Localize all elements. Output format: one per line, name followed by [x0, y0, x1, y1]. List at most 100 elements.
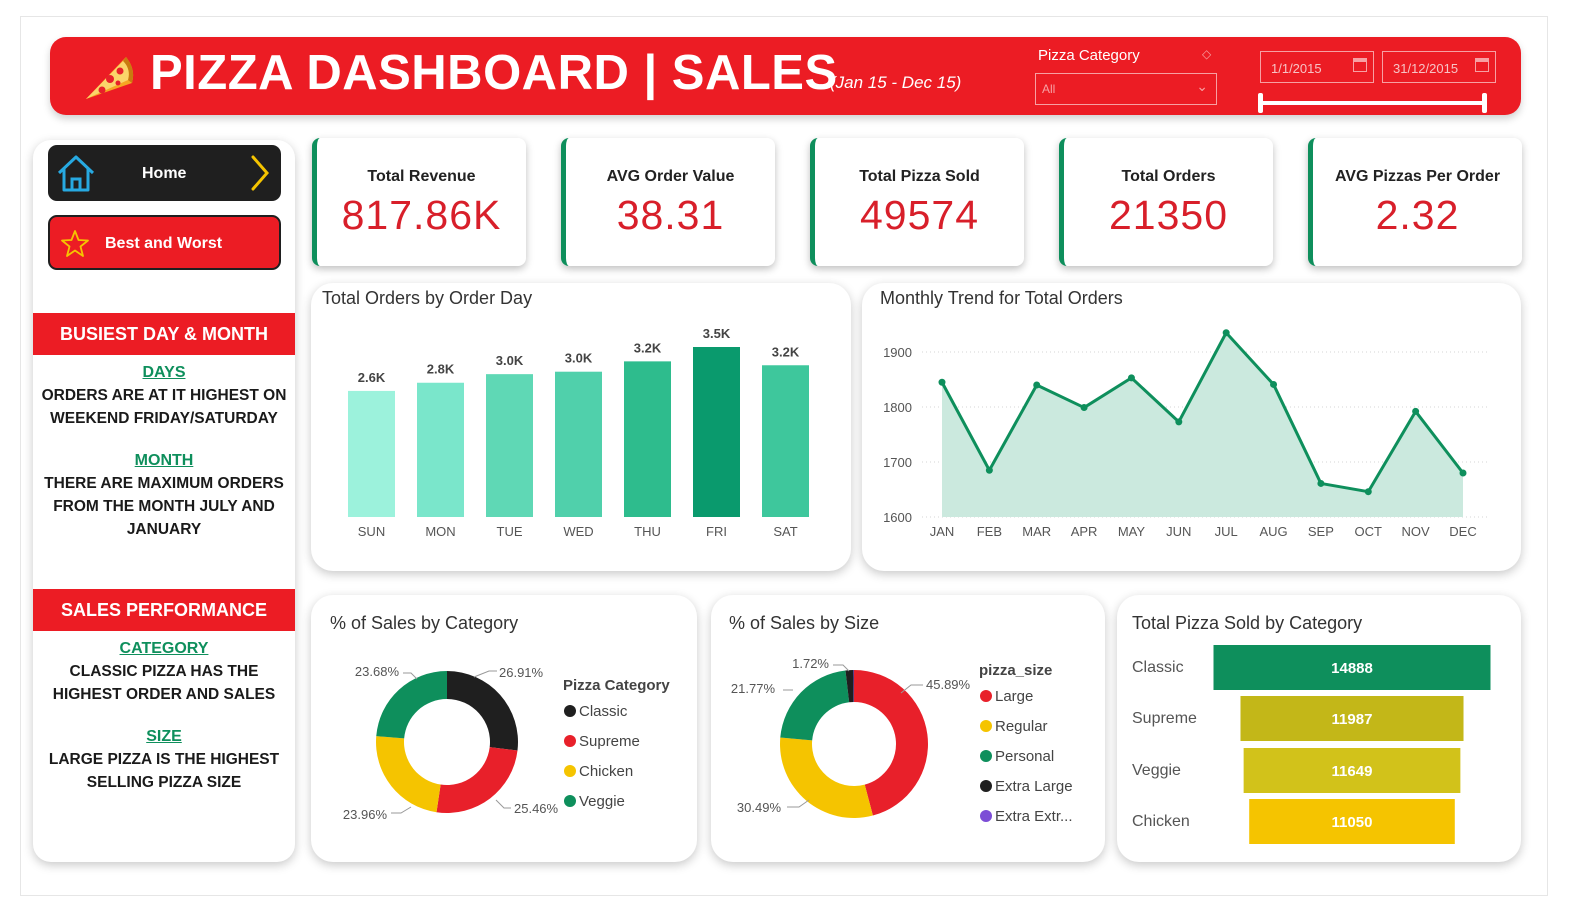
legend-item-regular: Regular	[995, 718, 1048, 735]
funnel-data-label: 11050	[1332, 814, 1373, 831]
kpi-label: Total Revenue	[367, 168, 476, 185]
dashboard-page: PIZZA DASHBOARD | SALES (Jan 15 - Dec 15…	[0, 0, 1576, 907]
trend-area-fill	[942, 332, 1463, 517]
point-may	[1127, 374, 1135, 382]
kpi-card-total-orders: Total Orders 21350	[1059, 138, 1273, 266]
date-slider-end-handle[interactable]	[1482, 93, 1487, 113]
x-tick-label: TUE	[497, 524, 523, 539]
kpi-card-total-revenue: Total Revenue 817.86K	[312, 138, 526, 266]
kpi-label: Total Pizza Sold	[859, 168, 980, 185]
kpi-value: 38.31	[616, 192, 725, 238]
sales-performance-heading: SALES PERFORMANCE	[33, 589, 295, 631]
legend-marker	[564, 705, 576, 717]
nav-home-button[interactable]: Home	[48, 145, 281, 201]
home-icon	[57, 155, 95, 192]
kpi-value: 2.32	[1375, 192, 1460, 238]
orders-by-day-panel: Total Orders by Order Day 2.6K SUN 2.8K MON…	[311, 283, 851, 571]
label-leader-line	[787, 799, 810, 808]
chevron-right-icon	[251, 155, 269, 191]
funnel-data-label: 11987	[1332, 711, 1373, 728]
end-date-input[interactable]: 31/12/2015	[1382, 51, 1496, 83]
size-subheading: SIZE	[146, 728, 182, 745]
bar-data-label: 2.8K	[427, 362, 455, 377]
busiest-heading: BUSIEST DAY & MONTH	[33, 313, 295, 355]
calendar-icon[interactable]	[1475, 58, 1489, 72]
bar-data-label: 3.0K	[565, 351, 593, 366]
point-jun	[1175, 418, 1183, 426]
date-slider-track[interactable]	[1260, 101, 1486, 105]
y-tick-label: 1900	[883, 345, 912, 360]
chevron-down-icon: ⌄	[1196, 78, 1208, 94]
funnel-category-label: Supreme	[1132, 710, 1197, 727]
point-jan	[938, 378, 946, 386]
nav-best-worst-button[interactable]: Best and Worst	[48, 215, 281, 270]
bar-thu	[624, 361, 671, 517]
month-text-line-2: FROM THE MONTH JULY AND	[53, 498, 275, 515]
sales-by-size-panel: % of Sales by Size 45.89% 30.49% 21.77% 1.7…	[711, 595, 1105, 862]
slice-regular	[780, 737, 873, 818]
slice-data-label: 30.49%	[737, 800, 782, 815]
y-tick-label: 1700	[883, 455, 912, 470]
days-subheading: DAYS	[142, 364, 186, 381]
funnel-data-label: 11649	[1332, 763, 1373, 780]
days-text-line-2: WEEKEND FRIDAY/SATURDAY	[50, 410, 278, 427]
point-jul	[1222, 329, 1230, 337]
x-tick-label: SEP	[1308, 524, 1334, 539]
slice-classic	[447, 671, 518, 751]
legend-marker	[564, 795, 576, 807]
legend-marker	[980, 810, 992, 822]
nav-home-label: Home	[142, 165, 187, 182]
x-tick-label: AUG	[1259, 524, 1287, 539]
x-tick-label: FRI	[706, 524, 727, 539]
legend-marker	[980, 780, 992, 792]
pizza-slice-icon	[86, 57, 134, 99]
slice-data-label: 25.46%	[514, 801, 559, 816]
label-leader-line	[403, 672, 418, 680]
pizza-sold-funnel-chart: 14888 Classic 11987 Supreme 11649 Veggie 11050…	[1132, 645, 1491, 844]
bar-wed	[555, 371, 602, 517]
x-tick-label: JUL	[1215, 524, 1238, 539]
label-leader-line	[473, 670, 497, 678]
x-tick-label: SAT	[773, 524, 797, 539]
legend-item-personal: Personal	[995, 748, 1054, 765]
end-date-value: 31/12/2015	[1393, 61, 1459, 76]
date-slider-start-handle[interactable]	[1258, 93, 1263, 113]
slice-data-label: 45.89%	[926, 677, 971, 692]
legend-item-veggie: Veggie	[579, 793, 625, 810]
kpi-value: 49574	[859, 192, 979, 238]
legend-marker	[980, 720, 992, 732]
legend-marker	[980, 750, 992, 762]
sales-by-category-panel: % of Sales by Category 26.91% 25.46% 23.96…	[311, 595, 697, 862]
legend-marker	[564, 735, 576, 747]
pizza-category-dropdown[interactable]: All ⌄	[1035, 73, 1217, 105]
date-range-subtitle: (Jan 15 - Dec 15)	[830, 73, 962, 92]
star-icon	[61, 230, 89, 257]
size-text-line-1: LARGE PIZZA IS THE HIGHEST	[48, 751, 280, 768]
funnel-data-label: 14888	[1331, 660, 1373, 677]
x-tick-label: APR	[1071, 524, 1098, 539]
kpi-card-avg-order-value: AVG Order Value 38.31	[561, 138, 775, 266]
sales-by-size-donut: 45.89% 30.49% 21.77% 1.72% pizza_size Large Re…	[731, 656, 1073, 825]
start-date-value: 1/1/2015	[1271, 61, 1322, 76]
legend-marker	[980, 690, 992, 702]
legend-item-extra-extr-: Extra Extr...	[995, 808, 1073, 825]
funnel-category-label: Veggie	[1132, 762, 1181, 779]
sidebar: Home Best and Worst BUSIEST DAY & MONTH …	[33, 140, 295, 862]
x-tick-label: OCT	[1355, 524, 1383, 539]
y-tick-label: 1800	[883, 400, 912, 415]
x-tick-label: MAY	[1118, 524, 1146, 539]
label-leader-line	[495, 799, 511, 809]
slice-data-label: 26.91%	[499, 665, 544, 680]
bar-data-label: 3.0K	[496, 353, 524, 368]
legend-item-large: Large	[995, 688, 1033, 705]
kpi-label: AVG Order Value	[606, 168, 735, 185]
slice-data-label: 23.96%	[343, 807, 388, 822]
start-date-input[interactable]: 1/1/2015	[1260, 51, 1374, 83]
kpi-label: Total Orders	[1121, 168, 1216, 185]
kpi-label: AVG Pizzas Per Order	[1334, 168, 1501, 185]
slice-personal	[780, 670, 850, 741]
clear-filter-icon[interactable]: ◇	[1202, 47, 1211, 61]
calendar-icon[interactable]	[1353, 58, 1367, 72]
x-tick-label: MON	[425, 524, 455, 539]
bar-fri	[693, 347, 740, 517]
